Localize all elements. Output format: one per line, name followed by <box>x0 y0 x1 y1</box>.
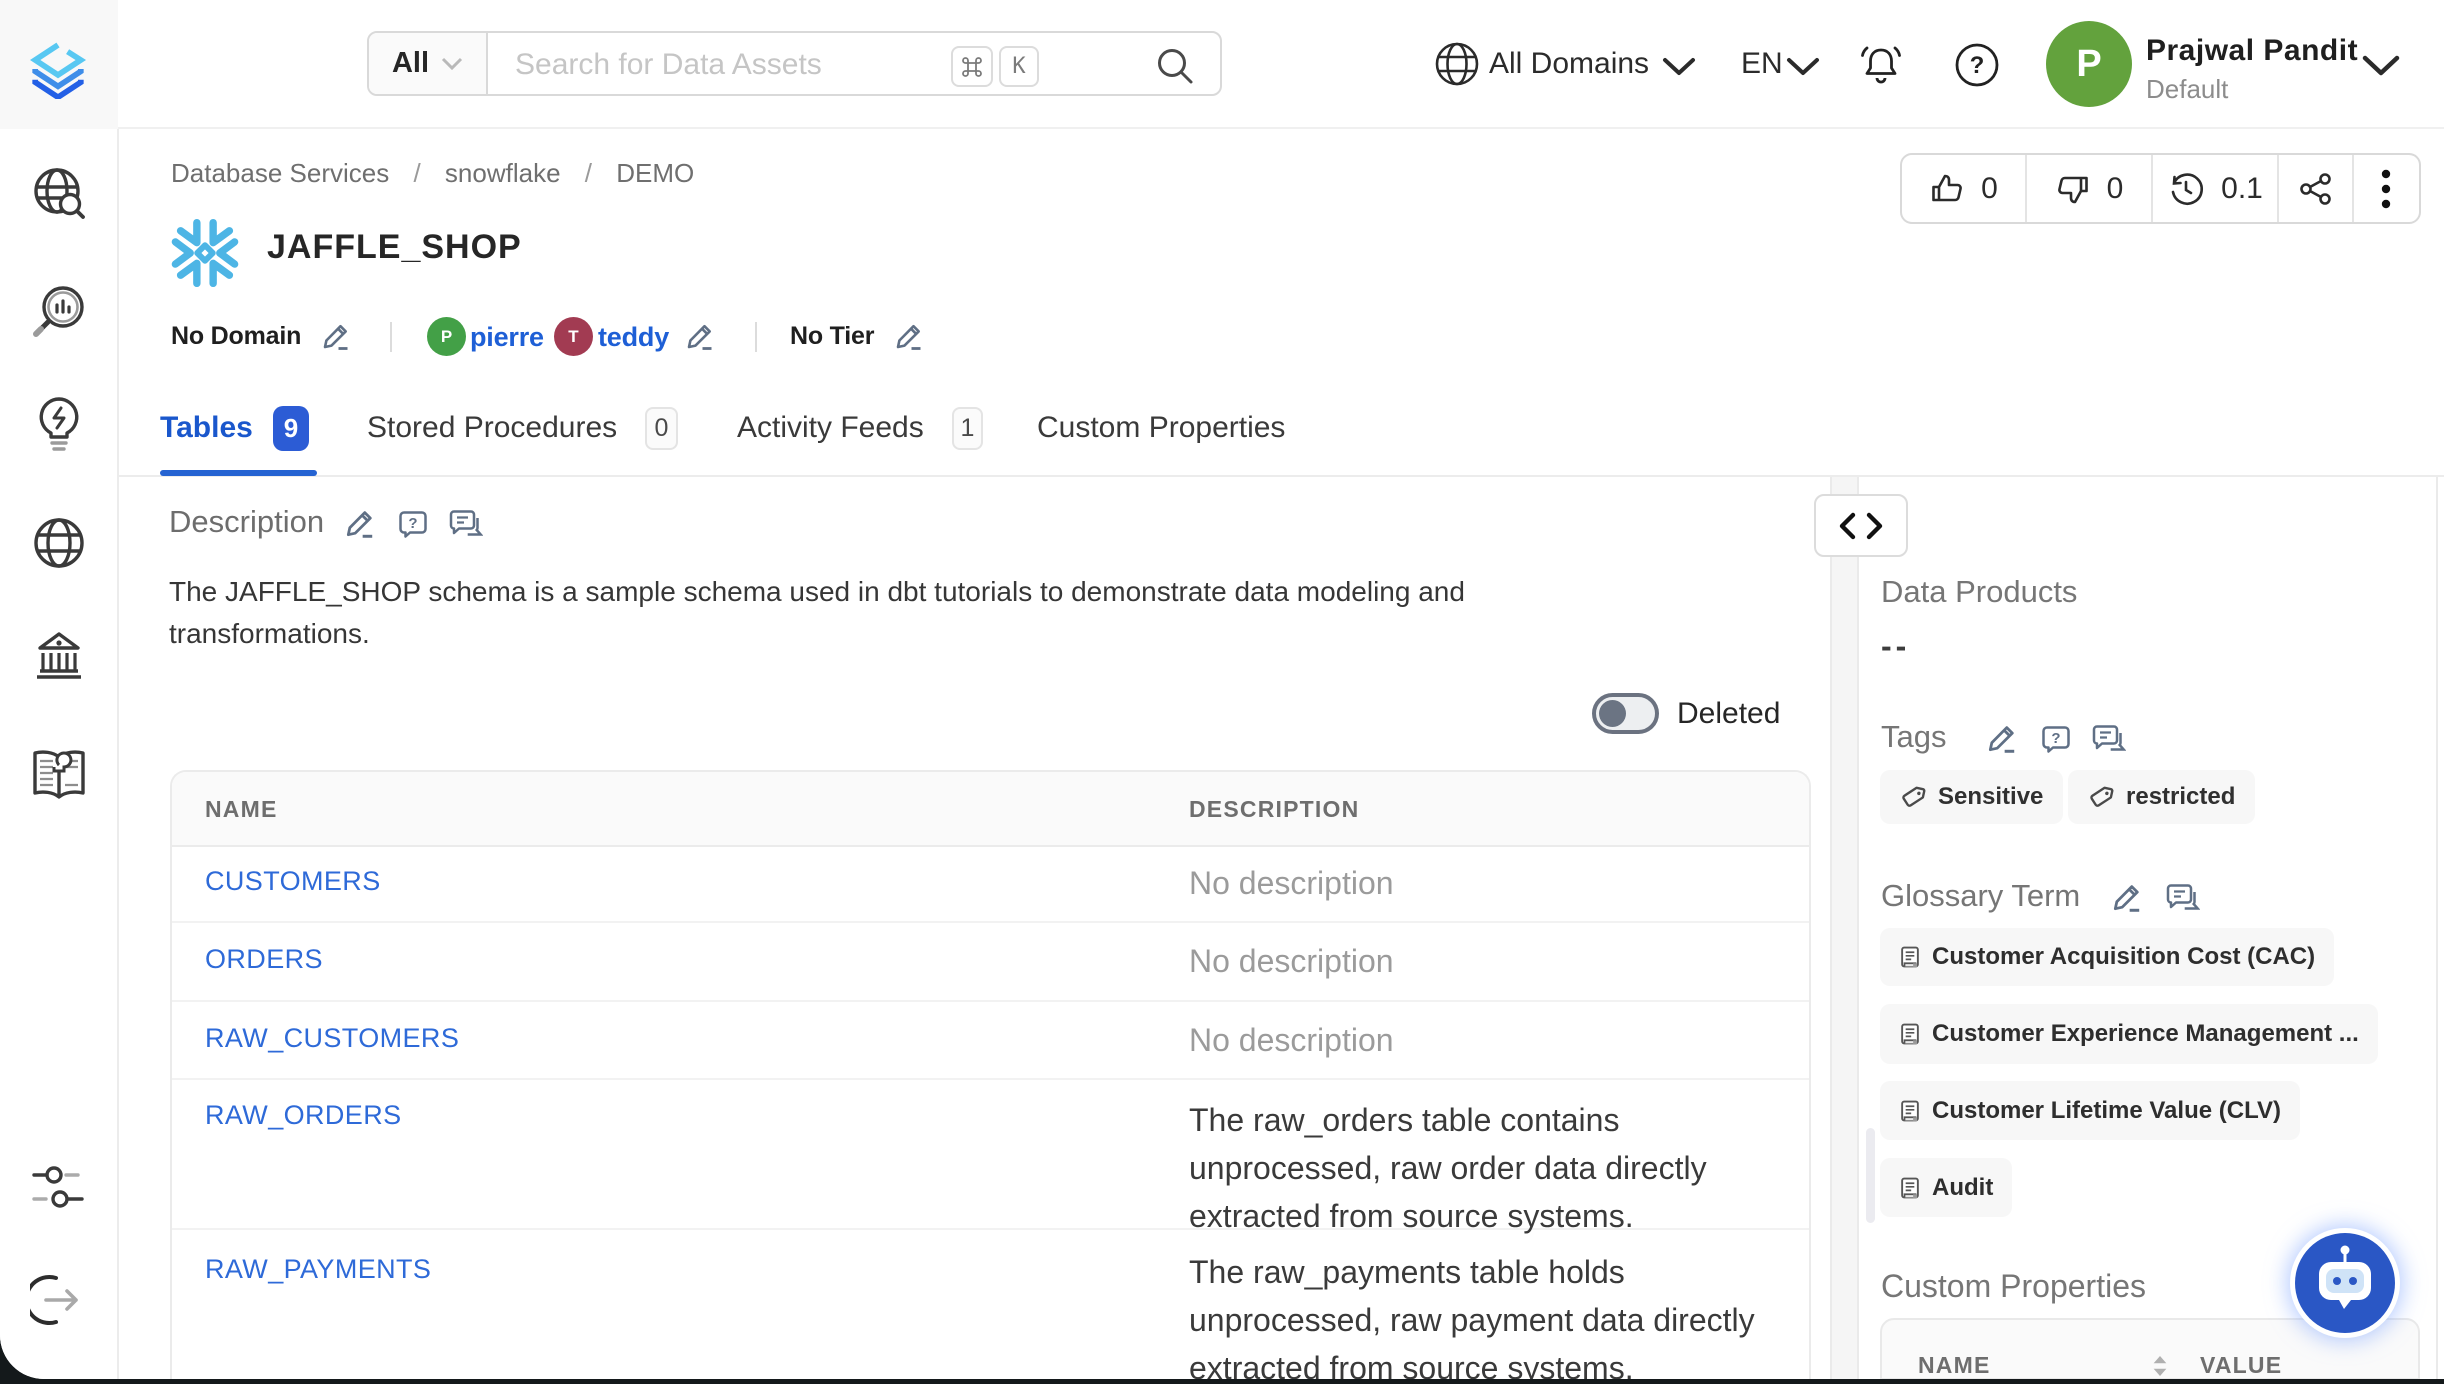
svg-text:?: ? <box>1970 52 1985 79</box>
